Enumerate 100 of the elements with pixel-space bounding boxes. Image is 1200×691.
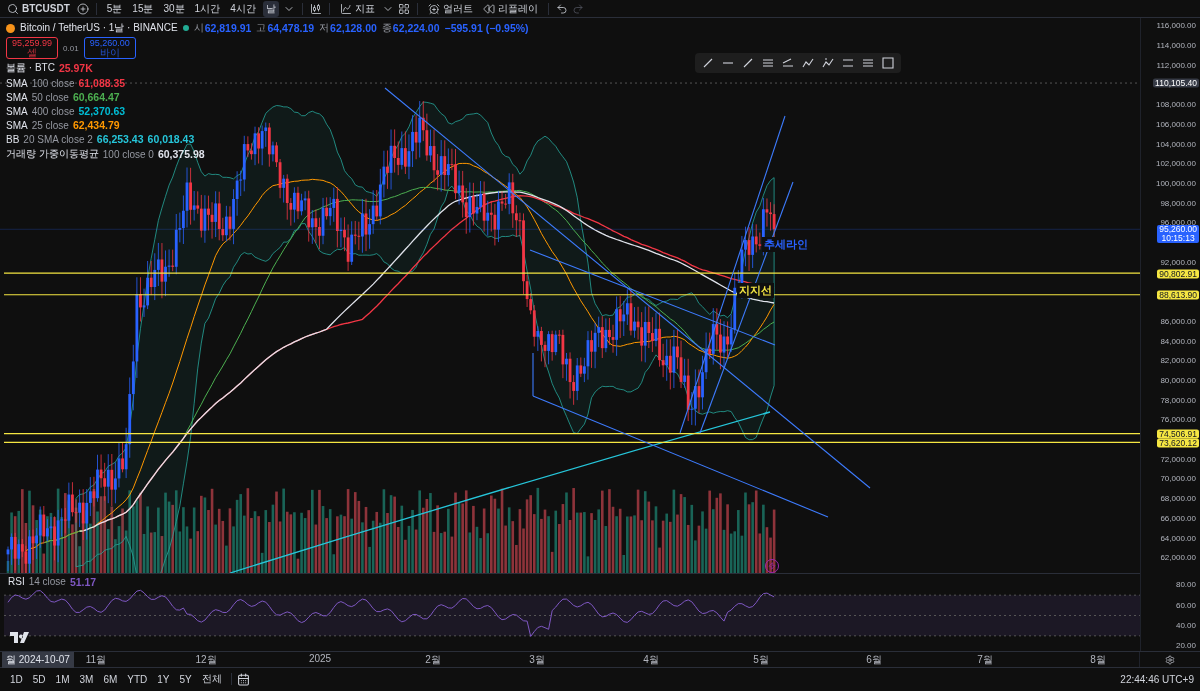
interval-button[interactable]: 15분 <box>129 0 157 17</box>
indicator-value: 62,434.79 <box>72 119 120 132</box>
price-tick: 78,000.00 <box>1160 395 1196 405</box>
rsi-tick: 80.00 <box>1175 579 1196 589</box>
indicator-value: 52,370.63 <box>78 105 126 118</box>
symbol-title: Bitcoin / TetherUS · 1날 · BINANCE <box>20 21 178 36</box>
crosshair-price-label: 110,105.40 <box>1153 78 1199 88</box>
replay-button[interactable]: 리플레이 <box>479 0 541 17</box>
range-button[interactable]: 1M <box>51 671 74 687</box>
range-button[interactable]: 1D <box>6 671 27 687</box>
price-tick: 106,000.00 <box>1155 119 1196 129</box>
price-tick: 116,000.00 <box>1156 20 1196 30</box>
time-tick: 6월 <box>866 653 882 668</box>
range-button[interactable]: YTD <box>123 671 152 687</box>
candlestick-icon[interactable] <box>309 2 322 15</box>
indicator-value: 61,088.35 <box>78 77 126 90</box>
indicator-name: RSI <box>8 576 25 589</box>
rsi-tick: 60.00 <box>1175 600 1196 610</box>
last-price-label: 95,260.00 10:15:13 <box>1157 224 1199 243</box>
indicator-name: BB <box>6 133 20 145</box>
indicator-name: SMA <box>6 119 28 131</box>
interval-button[interactable]: 날 <box>262 0 279 17</box>
indicator-name: SMA <box>6 77 28 89</box>
indicator-params: 50 close <box>31 91 69 103</box>
range-button[interactable]: 5Y <box>175 671 196 687</box>
rsi-tick: 20.00 <box>1175 640 1196 650</box>
ohlc-value: 62,128.00 <box>330 22 377 35</box>
price-tick: 98,000.00 <box>1160 198 1196 208</box>
price-tick: 96,000.00 <box>1160 217 1196 227</box>
clock-text: 22:44:46 UTC+9 <box>1120 673 1194 685</box>
price-tick: 62,000.00 <box>1160 552 1196 562</box>
calendar-icon[interactable] <box>236 672 250 686</box>
grid-icon[interactable] <box>397 2 410 15</box>
time-tick: 3월 <box>529 653 545 668</box>
add-symbol-icon[interactable] <box>76 2 89 15</box>
symbol-search-button[interactable]: BTCUSDT <box>4 0 73 17</box>
range-button[interactable]: 3M <box>75 671 98 687</box>
price-tick: 80,000.00 <box>1160 375 1196 385</box>
indicator-params: 14 close <box>28 576 66 589</box>
price-tick: 100,000.00 <box>1155 178 1196 188</box>
status-dot-icon <box>182 25 189 32</box>
price-tick: 114,000.00 <box>1156 40 1196 50</box>
time-tick: 5월 <box>753 653 769 668</box>
range-button[interactable]: 6M <box>99 671 122 687</box>
indicator-value: 66,253.43 <box>96 133 144 146</box>
indicator-value: 60,018.43 <box>147 133 195 146</box>
indicator-value: 51.17 <box>69 576 97 589</box>
price-change: −595.91 (−0.95%) <box>444 22 529 35</box>
undo-icon[interactable] <box>555 2 568 15</box>
time-tick: 4월 <box>643 653 659 668</box>
interval-button[interactable]: 5분 <box>103 0 126 17</box>
price-tick: 102,000.00 <box>1155 158 1196 168</box>
interval-button[interactable]: 1시간 <box>191 0 224 17</box>
crosshair-date-label: 월 2024-10-07 <box>2 652 74 669</box>
level-price-label: 90,802.91 <box>1157 269 1199 279</box>
level-price-label: 74,506.91 <box>1157 429 1199 439</box>
range-button[interactable]: 5D <box>28 671 50 687</box>
indicator-value: 60,375.98 <box>157 148 205 161</box>
ohlc-value: 62,224.00 <box>392 22 440 35</box>
indicator-value: 25.97K <box>58 62 93 75</box>
range-button[interactable]: 전체 <box>197 670 226 689</box>
indicator-params: 100 close 0 <box>102 148 154 160</box>
alert-button[interactable]: 얼러트 <box>424 0 476 17</box>
buy-button[interactable]: 95,260.00 바이 <box>83 37 136 60</box>
chart-line-icon <box>339 2 352 15</box>
ohlc-label: 시 <box>193 21 204 36</box>
price-tick: 92,000.00 <box>1160 257 1196 267</box>
price-tick: 76,000.00 <box>1160 414 1196 424</box>
range-button[interactable]: 1Y <box>153 671 174 687</box>
ohlc-label: 고 <box>256 21 267 36</box>
level-price-label: 73,620.12 <box>1157 438 1199 448</box>
price-tick: 66,000.00 <box>1160 513 1196 523</box>
indicators-button[interactable]: 지표 <box>336 0 378 17</box>
chart-annotation: 추세라인 <box>762 237 810 253</box>
indicator-name: SMA <box>6 91 28 103</box>
ohlc-value: 64,478.19 <box>267 22 315 35</box>
interval-button[interactable]: 30분 <box>160 0 188 17</box>
indicator-value: 60,664.47 <box>72 91 120 104</box>
ohlc-value: 62,819.91 <box>204 22 252 35</box>
ohlc-label: 종 <box>381 21 392 36</box>
time-tick: 2025 <box>308 653 332 665</box>
coin-icon <box>6 23 15 33</box>
indicator-params: 400 close <box>31 105 75 117</box>
price-tick: 64,000.00 <box>1160 533 1196 543</box>
interval-button[interactable]: 4시간 <box>227 0 259 17</box>
price-tick: 104,000.00 <box>1155 139 1196 149</box>
price-tick: 86,000.00 <box>1160 316 1196 326</box>
price-tick: 84,000.00 <box>1160 336 1196 346</box>
price-tick: 82,000.00 <box>1160 355 1196 365</box>
time-tick: 11월 <box>85 653 107 668</box>
indicator-params: 25 close <box>31 119 69 131</box>
indicator-name: 볼륨 · BTC <box>6 61 55 76</box>
sell-button[interactable]: 95,259.99 셀 <box>6 37 59 60</box>
indicator-name: SMA <box>6 105 28 117</box>
ohlc-label: 저 <box>319 21 330 36</box>
logo-icon <box>10 632 30 644</box>
time-tick: 12월 <box>195 653 217 668</box>
alarm-clock-icon <box>427 2 440 15</box>
indicator-name: 거래량 가중이동평균 <box>6 147 99 162</box>
chart-annotation: 지지선 <box>737 283 774 299</box>
